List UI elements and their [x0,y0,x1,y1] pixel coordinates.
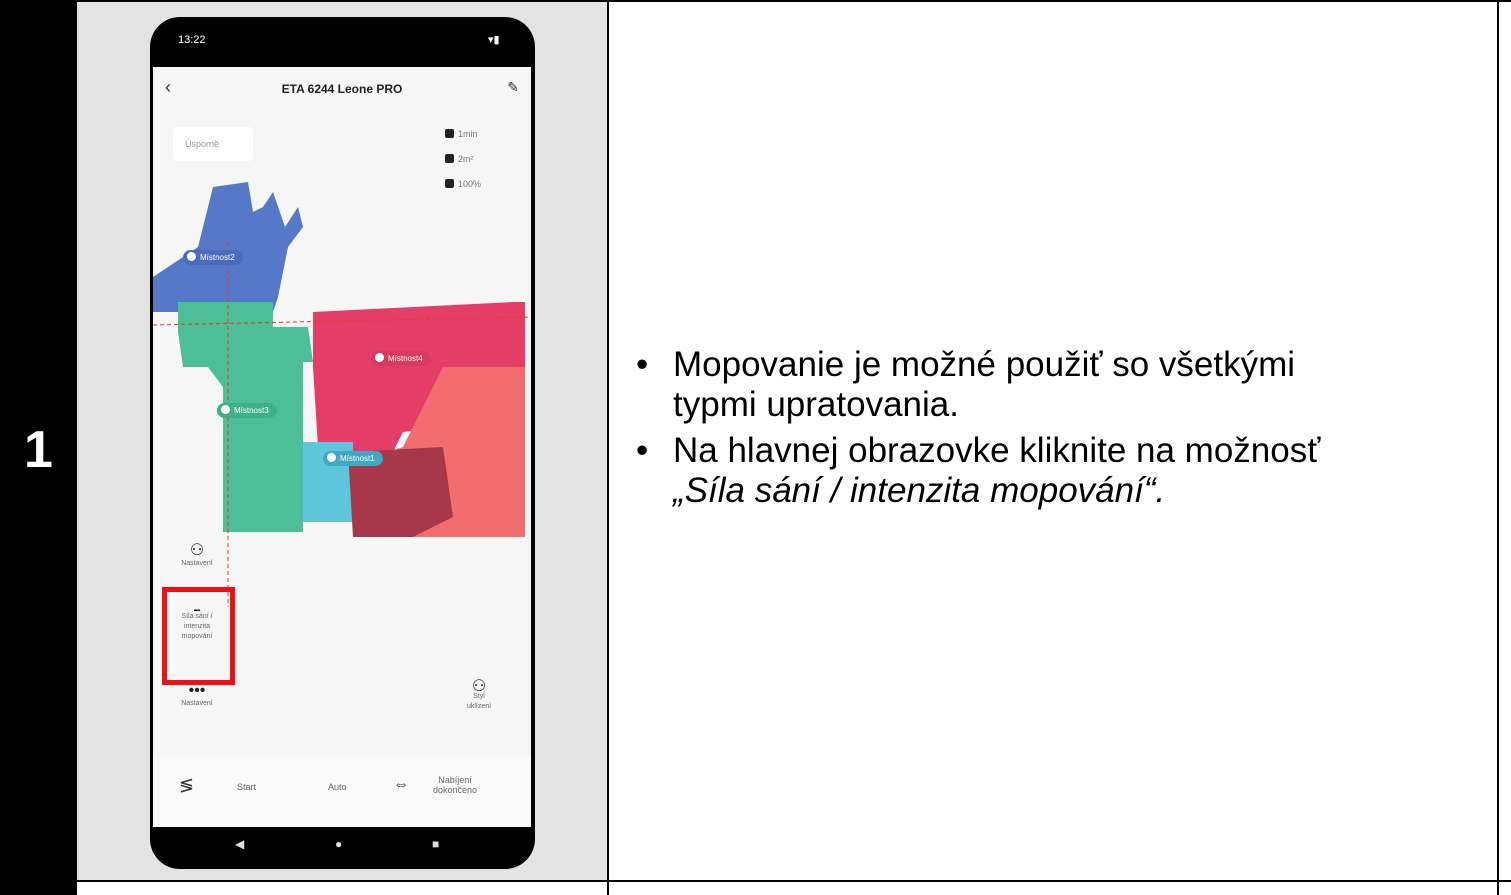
instruction-text: Mopovanie je možné použiť so všetkými [673,345,1296,384]
instruction-text: „Síla sání / intenzita mopování“. [673,471,1166,510]
instruction-item: • Na hlavnej obrazovke kliknite na možno… [636,431,1321,510]
charge-button[interactable]: Nabíjení dokončeno [433,775,477,795]
room-label-4[interactable]: Místnost4 [371,351,431,366]
instruction-text: Na hlavnej obrazovke kliknite na možnosť [673,431,1321,470]
room-label-2[interactable]: Místnost2 [183,250,243,265]
bottom-control-bar: ≶ Start Auto ⇔ Nabíjení dokončeno [153,757,531,827]
dock-icon: ⇔ [393,776,409,793]
nav-recents-icon[interactable]: ■ [432,837,439,851]
instruction-text: typmi upratovania. [673,385,959,424]
more-button[interactable]: ••• Nastavení [167,682,227,707]
robot-settings-button[interactable]: ⚇ Nastavení [167,540,227,567]
room-map[interactable] [153,67,531,827]
instruction-list: • Mopovanie je možné použiť so všetkými … [630,345,1490,517]
table-right-border [1497,0,1499,895]
room-label-3[interactable]: Místnost3 [217,403,277,418]
robot-icon: ⚇ [189,542,205,559]
phone-status-time: 13:22 [178,34,206,46]
suction-highlight-box [162,587,235,685]
phone-screen: ‹ ETA 6244 Leone PRO ✎ Úsporně 1min 2m² … [153,67,531,827]
nav-back-icon[interactable]: ◀ [235,837,244,851]
instruction-item: • Mopovanie je možné použiť so všetkými … [636,345,1296,424]
robot-icon: ⚇ [471,678,487,695]
cleaning-style-button[interactable]: ⚇ Styl uklízení [449,678,509,712]
auto-button[interactable]: Auto [328,782,347,792]
step-number: 1 [24,421,53,479]
table-divider [607,0,609,895]
step-column: 1 [0,0,77,895]
start-button[interactable]: Start [237,782,256,792]
table-top-border [77,0,1511,2]
nav-home-icon[interactable]: ● [335,837,342,851]
android-navbar: ◀ ● ■ [150,827,535,861]
status-icons: ▾▮ [488,34,500,46]
table-bottom-border [77,880,1511,882]
room-label-1[interactable]: Místnost1 [323,451,383,466]
start-icon: ≶ [179,775,195,795]
